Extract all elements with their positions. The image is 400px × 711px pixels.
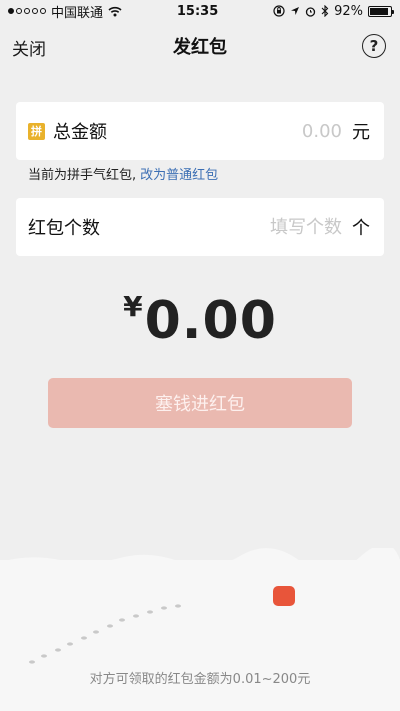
status-right: 92% [273, 3, 394, 19]
amount-value: 0.00 [144, 291, 277, 351]
red-packet-mark-icon [273, 586, 295, 606]
amount-display: ¥0.00 [0, 290, 400, 351]
battery-level [370, 7, 389, 15]
total-amount-input[interactable] [222, 120, 342, 142]
carrier-name: 中国联通 [51, 5, 104, 21]
location-icon [291, 7, 300, 15]
alarm-icon [305, 6, 316, 17]
battery-icon [368, 5, 394, 17]
packet-count-row[interactable]: 红包个数 个 [16, 198, 384, 256]
close-button[interactable]: 关闭 [12, 35, 46, 60]
battery-percent: 92% [334, 3, 363, 19]
total-amount-label: 总金额 [53, 122, 107, 143]
amount-limit-hint: 对方可领取的红包金额为0.01~200元 [89, 672, 311, 687]
currency-unit: 元 [352, 122, 370, 143]
status-left: 中国联通 [8, 2, 122, 21]
footprints-decoration [29, 586, 295, 664]
packet-count-label: 红包个数 [28, 218, 100, 239]
wifi-icon [108, 6, 122, 16]
packet-mode-hint: 当前为拼手气红包, 改为普通红包 [28, 164, 218, 183]
put-money-button[interactable]: 塞钱进红包 [48, 378, 352, 428]
currency-symbol: ¥ [123, 290, 143, 323]
help-icon[interactable]: ? [362, 34, 386, 58]
total-amount-row[interactable]: 拼 总金额 元 [16, 102, 384, 160]
nav-bar: 关闭 发红包 ? [0, 22, 400, 70]
packet-mode-text: 当前为拼手气红包, [28, 168, 137, 183]
count-unit: 个 [352, 218, 370, 239]
switch-to-normal-packet-link[interactable]: 改为普通红包 [140, 168, 218, 183]
packet-count-input[interactable] [222, 216, 342, 238]
lucky-packet-badge-icon: 拼 [28, 122, 45, 140]
orientation-lock-icon [273, 5, 285, 17]
signal-strength-icon [8, 8, 46, 14]
bluetooth-icon [321, 5, 329, 17]
status-bar: 中国联通 15:35 92% [0, 0, 400, 22]
page-title: 发红包 [173, 37, 227, 58]
status-time: 15:35 [176, 3, 219, 19]
